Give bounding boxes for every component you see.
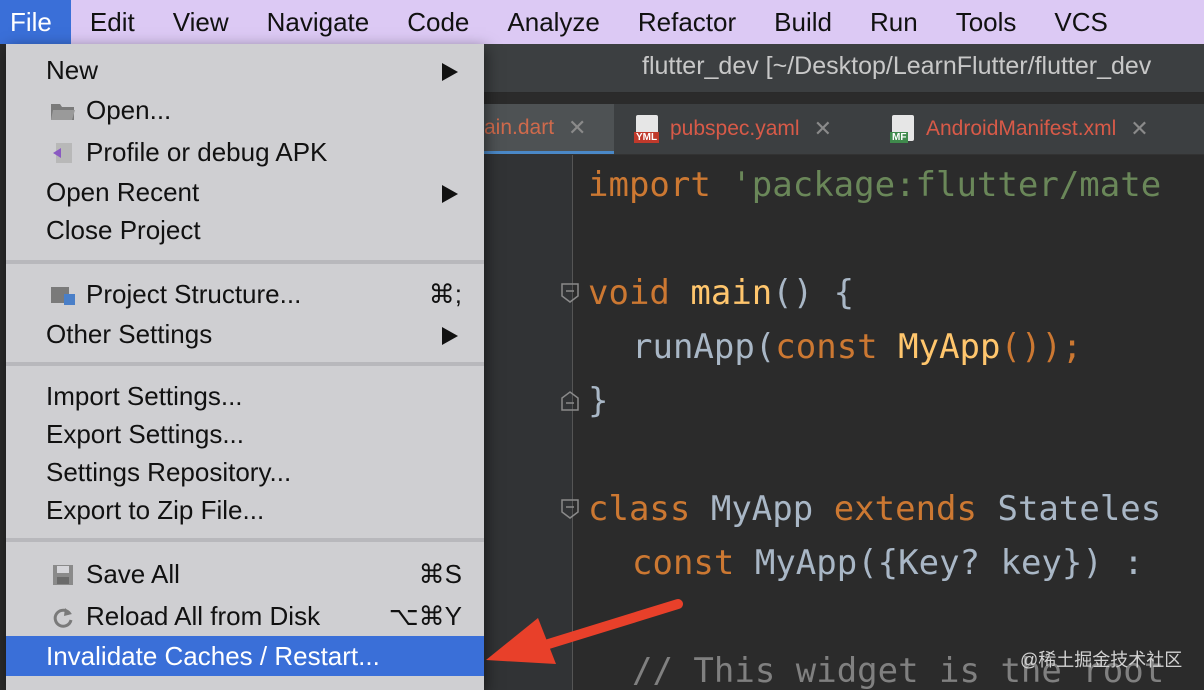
watermark: @稀土掘金技术社区 bbox=[1020, 650, 1183, 670]
annotation-arrow bbox=[486, 599, 683, 664]
